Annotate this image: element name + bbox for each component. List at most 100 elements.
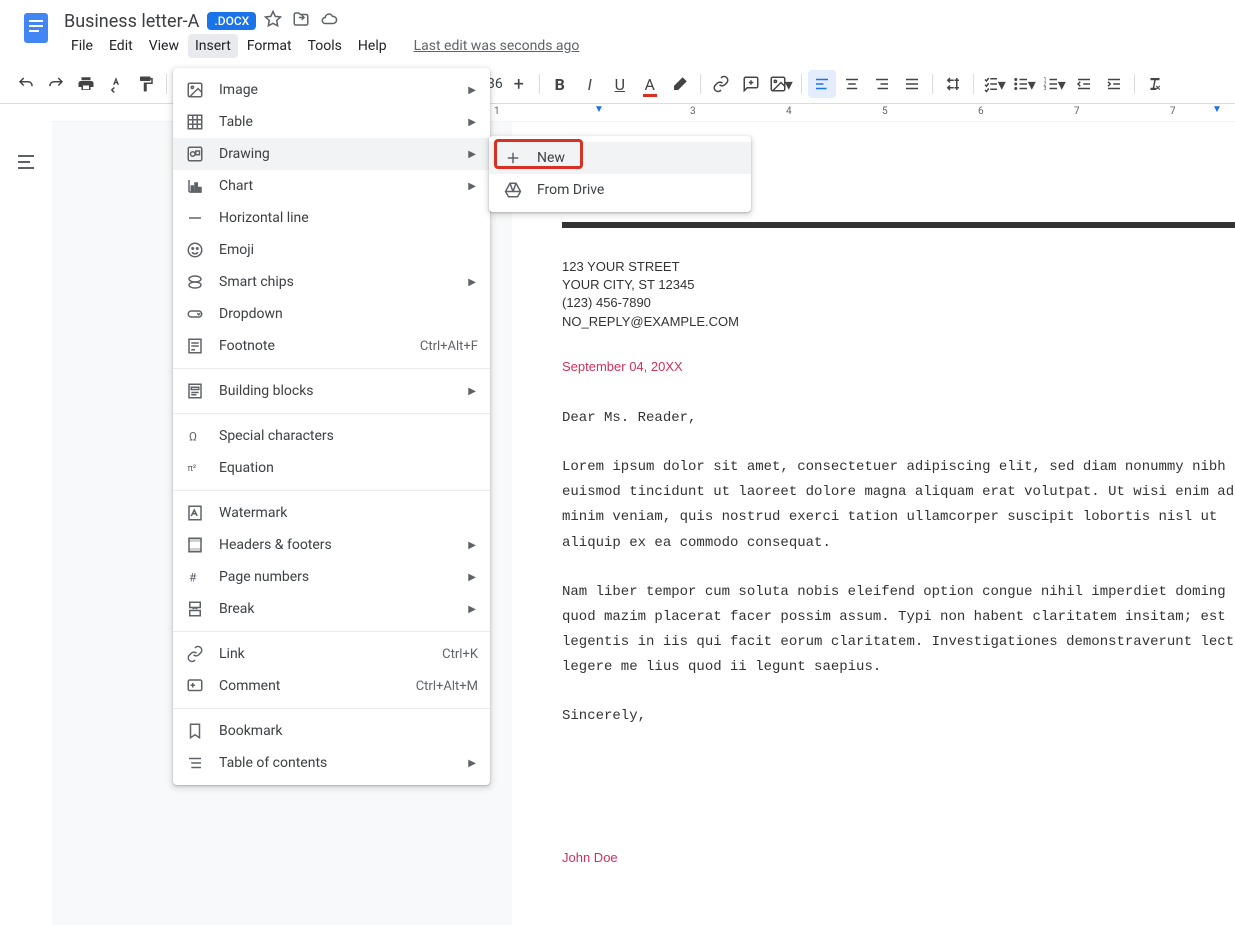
submenu-arrow-icon: ▶ — [468, 540, 476, 551]
submenu-new[interactable]: New — [489, 142, 751, 174]
indent-increase-button[interactable] — [1100, 70, 1128, 98]
move-icon[interactable] — [292, 10, 310, 32]
insert-menu-equation[interactable]: π²Equation — [173, 452, 490, 484]
pagenum-icon: # — [185, 567, 205, 587]
ruler-tick: 7 — [1170, 106, 1176, 117]
divider — [562, 222, 1235, 228]
insert-menu-drawing[interactable]: Drawing▶ — [173, 138, 490, 170]
submenu-arrow-icon: ▶ — [468, 149, 476, 160]
svg-text:π²: π² — [188, 464, 197, 474]
comment-icon — [185, 676, 205, 696]
insert-menu-special-characters[interactable]: ΩSpecial characters — [173, 420, 490, 452]
insert-menu-chart[interactable]: Chart▶ — [173, 170, 490, 202]
docs-logo[interactable] — [16, 8, 56, 48]
paint-format-button[interactable] — [132, 70, 160, 98]
line-spacing-button[interactable] — [939, 70, 967, 98]
insert-menu-image[interactable]: Image▶ — [173, 74, 490, 106]
insert-menu: Image▶Table▶Drawing▶Chart▶Horizontal lin… — [173, 68, 490, 785]
menu-item-label: Horizontal line — [219, 210, 478, 226]
numbered-list-button[interactable]: 123▾ — [1040, 70, 1068, 98]
omega-icon: Ω — [185, 426, 205, 446]
menu-item-label: Table — [219, 114, 478, 130]
clear-format-button[interactable] — [1141, 70, 1169, 98]
menu-item-label: Chart — [219, 178, 478, 194]
text-color-button[interactable]: A — [636, 70, 664, 98]
dropdown-icon — [185, 304, 205, 324]
insert-menu-emoji[interactable]: Emoji — [173, 234, 490, 266]
ruler-indent-marker[interactable]: ▼ — [594, 104, 604, 115]
star-icon[interactable] — [264, 10, 282, 32]
insert-menu-horizontal-line[interactable]: Horizontal line — [173, 202, 490, 234]
submenu-arrow-icon: ▶ — [468, 181, 476, 192]
redo-button[interactable] — [42, 70, 70, 98]
insert-menu-table[interactable]: Table▶ — [173, 106, 490, 138]
menu-item-label: Emoji — [219, 242, 478, 258]
indent-decrease-button[interactable] — [1070, 70, 1098, 98]
align-left-button[interactable] — [808, 70, 836, 98]
svg-text:Ω: Ω — [189, 430, 197, 444]
docx-badge: .DOCX — [207, 12, 256, 30]
outline-button[interactable] — [14, 150, 38, 174]
insert-menu-smart-chips[interactable]: Smart chips▶ — [173, 266, 490, 298]
address-block: 123 YOUR STREET YOUR CITY, ST 12345 (123… — [562, 258, 1235, 331]
bold-button[interactable]: B — [546, 70, 574, 98]
insert-menu-headers-footers[interactable]: Headers & footers▶ — [173, 529, 490, 561]
menu-item-label: Page numbers — [219, 569, 478, 585]
align-center-button[interactable] — [838, 70, 866, 98]
insert-menu-bookmark[interactable]: Bookmark — [173, 715, 490, 747]
ruler-tick: 4 — [786, 106, 792, 117]
print-button[interactable] — [72, 70, 100, 98]
menu-view[interactable]: View — [142, 34, 186, 58]
spellcheck-button[interactable] — [102, 70, 130, 98]
undo-button[interactable] — [12, 70, 40, 98]
hr-icon — [185, 208, 205, 228]
submenu-label: From Drive — [537, 182, 604, 198]
last-edit[interactable]: Last edit was seconds ago — [414, 38, 580, 54]
insert-menu-comment[interactable]: CommentCtrl+Alt+M — [173, 670, 490, 702]
submenu-arrow-icon: ▶ — [468, 85, 476, 96]
align-justify-button[interactable] — [898, 70, 926, 98]
italic-button[interactable]: I — [576, 70, 604, 98]
checklist-button[interactable]: ▾ — [980, 70, 1008, 98]
submenu-arrow-icon: ▶ — [468, 604, 476, 615]
font-size-plus[interactable]: + — [505, 70, 533, 98]
align-right-button[interactable] — [868, 70, 896, 98]
ruler-tick: 6 — [978, 106, 984, 117]
add-comment-button[interactable] — [737, 70, 765, 98]
left-sidebar — [0, 122, 52, 922]
bullet-list-button[interactable]: ▾ — [1010, 70, 1038, 98]
submenu-arrow-icon: ▶ — [468, 117, 476, 128]
page[interactable]: MPANY 123 YOUR STREET YOUR CITY, ST 1234… — [512, 122, 1235, 925]
submenu-arrow-icon: ▶ — [468, 277, 476, 288]
menu-separator — [173, 631, 490, 632]
menu-insert[interactable]: Insert — [188, 34, 238, 58]
menu-item-label: Building blocks — [219, 383, 478, 399]
insert-menu-watermark[interactable]: Watermark — [173, 497, 490, 529]
ruler-right-marker[interactable]: ▼ — [1212, 104, 1222, 115]
menu-separator — [173, 708, 490, 709]
menu-help[interactable]: Help — [351, 34, 394, 58]
insert-menu-building-blocks[interactable]: Building blocks▶ — [173, 375, 490, 407]
insert-menu-link[interactable]: LinkCtrl+K — [173, 638, 490, 670]
menu-tools[interactable]: Tools — [301, 34, 349, 58]
menu-edit[interactable]: Edit — [102, 34, 140, 58]
cloud-icon[interactable] — [320, 10, 338, 32]
insert-menu-break[interactable]: Break▶ — [173, 593, 490, 625]
underline-button[interactable]: U — [606, 70, 634, 98]
insert-menu-page-numbers[interactable]: #Page numbers▶ — [173, 561, 490, 593]
insert-menu-table-of-contents[interactable]: Table of contents▶ — [173, 747, 490, 779]
blocks-icon — [185, 381, 205, 401]
insert-image-button[interactable]: ▾ — [767, 70, 795, 98]
svg-text:#: # — [189, 571, 197, 585]
menu-item-label: Drawing — [219, 146, 478, 162]
menu-item-label: Watermark — [219, 505, 478, 521]
doc-title[interactable]: Business letter-A — [64, 11, 199, 32]
highlight-button[interactable] — [666, 70, 694, 98]
insert-menu-footnote[interactable]: FootnoteCtrl+Alt+F — [173, 330, 490, 362]
menu-item-label: Break — [219, 601, 478, 617]
insert-link-button[interactable] — [707, 70, 735, 98]
submenu-from-drive[interactable]: From Drive — [489, 174, 751, 206]
insert-menu-dropdown[interactable]: Dropdown — [173, 298, 490, 330]
menu-format[interactable]: Format — [240, 34, 299, 58]
menu-file[interactable]: File — [64, 34, 100, 58]
